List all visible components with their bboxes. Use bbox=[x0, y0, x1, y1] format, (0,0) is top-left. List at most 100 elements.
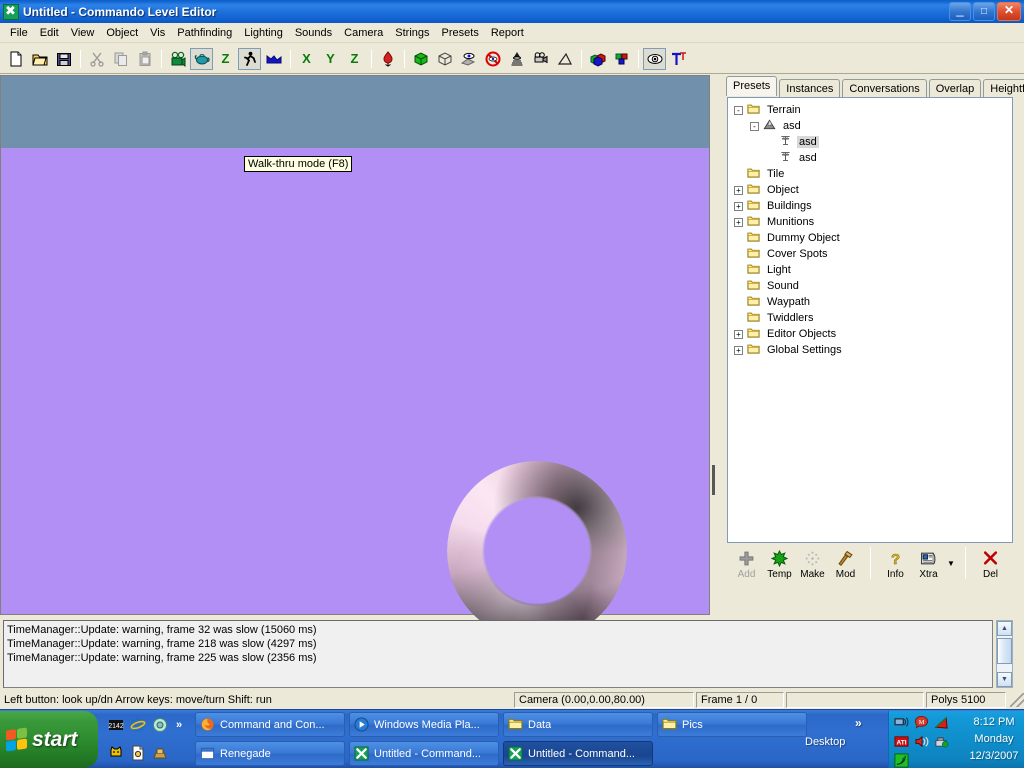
resize-grip-icon[interactable] bbox=[1010, 693, 1024, 707]
collapse-icon[interactable]: - bbox=[734, 106, 743, 115]
taskbar-button[interactable]: Untitled - Command... bbox=[503, 741, 653, 766]
taskbar-button[interactable]: Command and Con... bbox=[195, 712, 345, 737]
tab-presets[interactable]: Presets bbox=[726, 76, 777, 96]
scroll-down-icon[interactable]: ▼ bbox=[997, 672, 1012, 687]
tab-heightfield[interactable]: Heightfield bbox=[983, 79, 1024, 97]
vis-points-icon[interactable] bbox=[457, 48, 480, 70]
maximize-button[interactable]: □ bbox=[973, 2, 995, 21]
tree-item[interactable]: +Object bbox=[730, 182, 1010, 198]
axis-y-label[interactable]: Y bbox=[319, 48, 342, 70]
cat-icon[interactable] bbox=[108, 745, 124, 761]
scrollbar-thumb[interactable] bbox=[997, 638, 1012, 664]
solid-cube-icon[interactable] bbox=[409, 48, 432, 70]
xtra-button[interactable]: Xtra bbox=[912, 547, 945, 580]
open-folder-icon[interactable] bbox=[28, 48, 51, 70]
tree-item[interactable]: Tile bbox=[730, 166, 1010, 182]
axis-z-label[interactable]: Z bbox=[343, 48, 366, 70]
quick-launch-chevron-icon[interactable]: » bbox=[176, 719, 182, 731]
preset-tree[interactable]: -Terrain-asdasdasdTile+Object+Buildings+… bbox=[727, 97, 1013, 543]
expand-icon[interactable]: + bbox=[734, 186, 743, 195]
close-button[interactable]: ✕ bbox=[997, 2, 1021, 21]
splitter-grip[interactable] bbox=[712, 465, 715, 495]
volume-icon[interactable] bbox=[914, 734, 930, 750]
taskbar-button[interactable]: Untitled - Command... bbox=[349, 741, 499, 766]
red-arrow-icon[interactable] bbox=[934, 715, 950, 731]
expand-icon[interactable]: + bbox=[734, 218, 743, 227]
internet-explorer-icon[interactable] bbox=[130, 717, 146, 733]
torus-mesh[interactable] bbox=[447, 461, 627, 641]
eye-icon[interactable] bbox=[643, 48, 666, 70]
wireframe-cube-icon[interactable] bbox=[433, 48, 456, 70]
menu-item-strings[interactable]: Strings bbox=[389, 25, 435, 41]
expand-icon[interactable]: + bbox=[734, 346, 743, 355]
desktop-toolbar-label[interactable]: Desktop bbox=[805, 736, 845, 748]
taskbar-button[interactable]: Pics bbox=[657, 712, 807, 737]
tree-item[interactable]: -Terrain bbox=[730, 102, 1010, 118]
no-entry-icon[interactable] bbox=[481, 48, 504, 70]
tree-item[interactable]: Dummy Object bbox=[730, 230, 1010, 246]
make-button[interactable]: Make bbox=[796, 547, 829, 580]
mod-button[interactable]: Mod bbox=[829, 547, 862, 580]
del-button[interactable]: Del bbox=[974, 547, 1007, 580]
info-button[interactable]: ?Info bbox=[879, 547, 912, 580]
tree-item[interactable]: asd bbox=[730, 134, 1010, 150]
menu-item-file[interactable]: File bbox=[4, 25, 34, 41]
copy-icon[interactable] bbox=[109, 48, 132, 70]
console-scrollbar[interactable]: ▲ ▼ bbox=[996, 620, 1013, 688]
3d-viewport[interactable]: Walk-thru mode (F8) bbox=[0, 75, 710, 615]
menu-item-pathfinding[interactable]: Pathfinding bbox=[171, 25, 238, 41]
tree-item[interactable]: -asd bbox=[730, 118, 1010, 134]
menu-item-lighting[interactable]: Lighting bbox=[238, 25, 289, 41]
paste-clipboard-icon[interactable] bbox=[133, 48, 156, 70]
tasks-overflow-chevron-icon[interactable]: » bbox=[855, 716, 862, 730]
menu-item-vis[interactable]: Vis bbox=[144, 25, 171, 41]
expand-icon[interactable]: + bbox=[734, 202, 743, 211]
network-icon[interactable] bbox=[894, 715, 910, 731]
document-icon[interactable] bbox=[130, 745, 146, 761]
heightfield-icon[interactable] bbox=[262, 48, 285, 70]
menu-item-view[interactable]: View bbox=[65, 25, 101, 41]
viewport-panel-splitter[interactable] bbox=[710, 75, 722, 615]
colored-cubes-icon[interactable] bbox=[586, 48, 609, 70]
tab-conversations[interactable]: Conversations bbox=[842, 79, 926, 97]
tree-item[interactable]: Cover Spots bbox=[730, 246, 1010, 262]
tab-overlap[interactable]: Overlap bbox=[929, 79, 982, 97]
console-output[interactable]: TimeManager::Update: warning, frame 32 w… bbox=[3, 620, 993, 688]
movie-camera-icon[interactable] bbox=[529, 48, 552, 70]
expand-icon[interactable]: + bbox=[734, 330, 743, 339]
bf2142-icon[interactable]: 2142 bbox=[108, 717, 124, 733]
taskbar-button[interactable]: Windows Media Pla... bbox=[349, 712, 499, 737]
tree-item[interactable]: +Buildings bbox=[730, 198, 1010, 214]
start-button[interactable]: start bbox=[0, 711, 98, 768]
tree-item[interactable]: Waypath bbox=[730, 294, 1010, 310]
safely-remove-icon[interactable] bbox=[934, 734, 950, 750]
camera-icon[interactable] bbox=[166, 48, 189, 70]
menu-item-edit[interactable]: Edit bbox=[34, 25, 65, 41]
gmail-notifier-icon[interactable]: M bbox=[914, 715, 930, 731]
xtra-dropdown-caret-icon[interactable]: ▼ bbox=[945, 547, 957, 579]
menu-item-report[interactable]: Report bbox=[485, 25, 530, 41]
teapot-icon[interactable] bbox=[190, 48, 213, 70]
menu-item-presets[interactable]: Presets bbox=[436, 25, 485, 41]
tray-clock[interactable]: 8:12 PM Monday 12/3/2007 bbox=[964, 714, 1024, 765]
cut-scissors-icon[interactable] bbox=[85, 48, 108, 70]
rgb-blocks-icon[interactable] bbox=[610, 48, 633, 70]
tree-item[interactable]: Sound bbox=[730, 278, 1010, 294]
text-tool-icon[interactable] bbox=[667, 48, 690, 70]
tree-item[interactable]: +Global Settings bbox=[730, 342, 1010, 358]
axis-x-label[interactable]: X bbox=[295, 48, 318, 70]
menu-item-camera[interactable]: Camera bbox=[338, 25, 389, 41]
ramp-icon[interactable] bbox=[553, 48, 576, 70]
minimize-button[interactable]: _ bbox=[949, 2, 971, 21]
axis-gizmo-icon[interactable]: Z bbox=[214, 48, 237, 70]
tab-instances[interactable]: Instances bbox=[779, 79, 840, 97]
temp-button[interactable]: Temp bbox=[763, 547, 796, 580]
ati-catalyst-icon[interactable]: ATI bbox=[894, 734, 910, 750]
scroll-up-icon[interactable]: ▲ bbox=[997, 621, 1012, 636]
media-orb-icon[interactable] bbox=[152, 717, 168, 733]
save-disk-icon[interactable] bbox=[52, 48, 75, 70]
menu-item-sounds[interactable]: Sounds bbox=[289, 25, 338, 41]
drop-pin-icon[interactable] bbox=[376, 48, 399, 70]
tree-item[interactable]: +Editor Objects bbox=[730, 326, 1010, 342]
taskbar-button[interactable]: Data bbox=[503, 712, 653, 737]
